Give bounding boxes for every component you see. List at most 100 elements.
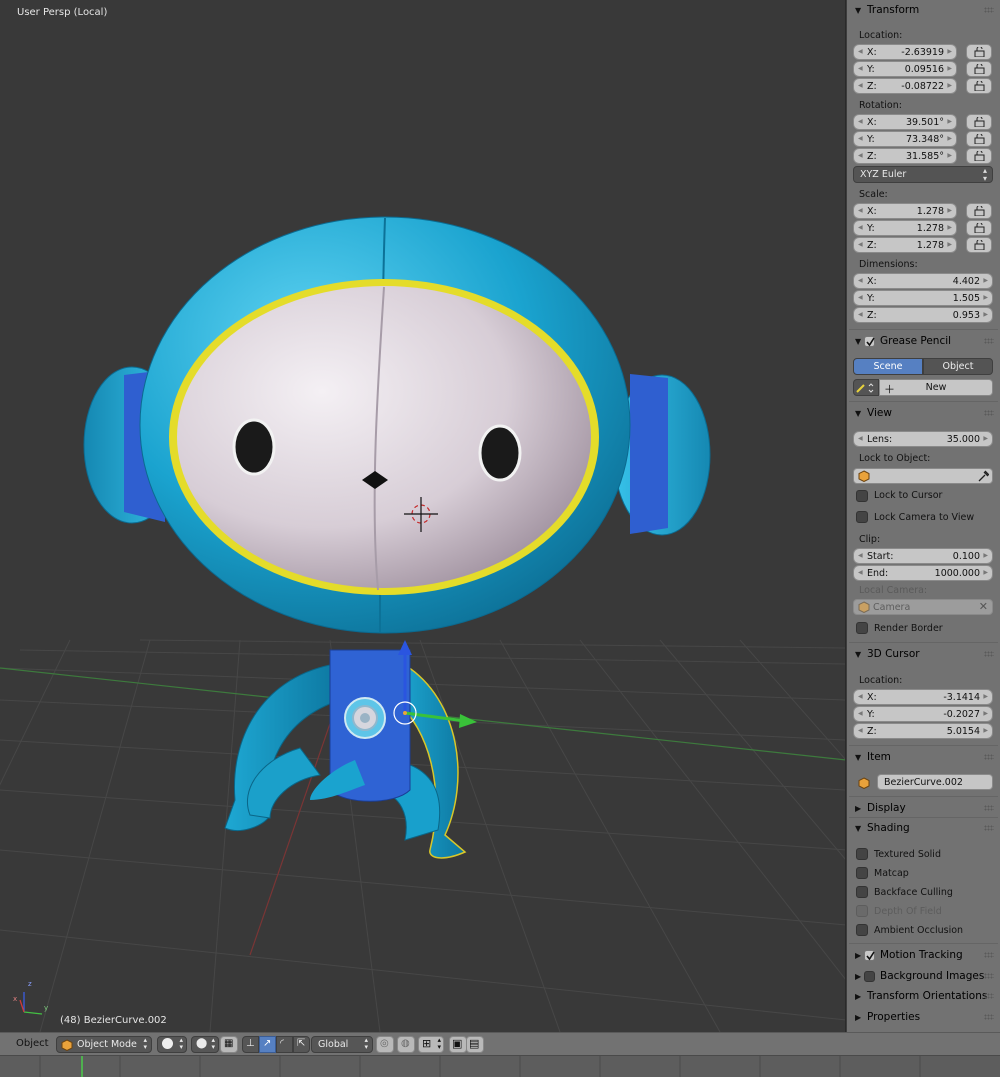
lock-rotation-y-icon[interactable] [966,131,992,147]
tab-object[interactable]: Object [923,358,993,375]
chevron-right-icon: ▶ [855,803,862,813]
render-animation-button[interactable]: ▤ [466,1036,484,1053]
pivot-point-selector[interactable]: ⬤ ▴ ▾ [191,1036,219,1053]
panel-header-shading[interactable]: ▼ Shading [847,818,1000,838]
rotation-z-field[interactable]: ◀ Z: 31.585° ▶ [853,148,957,164]
arc-icon: ◜ [280,1038,284,1049]
3d-viewport[interactable]: User Persp (Local) (48) BezierCurve.002 … [0,0,846,1032]
scale-z-field[interactable]: ◀ Z: 1.278 ▶ [853,237,957,253]
dimensions-y-field[interactable]: ◀ Y: 1.505 ▶ [853,290,993,306]
panel-header-3d-cursor[interactable]: ▼ 3D Cursor [847,644,1000,664]
drag-grip-icon[interactable] [984,754,994,760]
updown-arrows-icon: ▴ ▾ [179,1036,183,1051]
location-y-field[interactable]: ◀ Y: 0.09516 ▶ [853,61,957,77]
motion-tracking-checkbox[interactable] [864,949,875,961]
robot-legs [224,649,467,859]
panel-header-grease-pencil[interactable]: ▼ Grease Pencil [847,331,1000,351]
panel-header-motion-tracking[interactable]: ▶ Motion Tracking [847,945,1000,965]
ambient-occlusion-checkbox[interactable] [856,924,868,936]
lock-rotation-x-icon[interactable] [966,114,992,130]
grease-pencil-brush-selector[interactable] [853,379,879,396]
manipulator-center-button[interactable]: ▦ [220,1036,238,1053]
dimensions-z-field[interactable]: ◀ Z: 0.953 ▶ [853,307,993,323]
snap-element-dropdown[interactable]: ⊞ ▴ ▾ [418,1036,444,1053]
textured-solid-checkbox[interactable] [856,848,868,860]
transform-orientation-dropdown[interactable]: Global ▴ ▾ [311,1036,373,1053]
rotation-y-field[interactable]: ◀ Y: 73.348° ▶ [853,131,957,147]
panel-title: Transform [867,4,920,16]
object-cube-icon [858,777,870,789]
clip-start-field[interactable]: ◀ Start: 0.100 ▶ [853,548,993,564]
panel-header-properties[interactable]: ▶ Properties [847,1007,1000,1027]
location-x-field[interactable]: ◀ X: -2.63919 ▶ [853,44,957,60]
drag-grip-icon[interactable] [984,993,994,999]
lock-rotation-z-icon[interactable] [966,148,992,164]
cursor-x-field[interactable]: ◀ X: -3.1414 ▶ [853,689,993,705]
scale-x-field[interactable]: ◀ X: 1.278 ▶ [853,203,957,219]
clip-end-field[interactable]: ◀ End: 1000.000 ▶ [853,565,993,581]
tab-scene[interactable]: Scene [853,358,923,375]
render-preview-button[interactable]: ▣ [449,1036,467,1053]
drag-grip-icon[interactable] [984,651,994,657]
rotate-manipulator-button[interactable]: ◜ [276,1036,293,1053]
drag-grip-icon[interactable] [984,825,994,831]
panel-header-background-images[interactable]: ▶ Background Images [847,966,1000,986]
rotation-label: Rotation: [859,100,902,111]
lens-field[interactable]: ◀ Lens: 35.000 ▶ [853,431,993,447]
proportional-edit-button[interactable]: ◍ [397,1036,415,1053]
render-border-checkbox[interactable] [856,622,868,634]
viewport-shading-selector[interactable]: ▴ ▾ [157,1036,187,1053]
cursor-z-field[interactable]: ◀ Z: 5.0154 ▶ [853,723,993,739]
drag-grip-icon[interactable] [984,1014,994,1020]
scale-y-field[interactable]: ◀ Y: 1.278 ▶ [853,220,957,236]
drag-grip-icon[interactable] [984,952,994,958]
circle-icon: ◎ [380,1038,389,1049]
lock-location-z-icon[interactable] [966,78,992,94]
panel-header-display[interactable]: ▶ Display [847,798,1000,818]
lock-scale-y-icon[interactable] [966,220,992,236]
background-images-checkbox[interactable] [864,970,875,982]
panel-header-view[interactable]: ▼ View [847,403,1000,423]
chevron-down-icon: ▼ [855,408,862,418]
translate-manipulator-button[interactable]: ↗ [259,1036,276,1053]
object-menu[interactable]: Object [16,1038,49,1049]
layer-lock-button[interactable]: ◎ [376,1036,394,1053]
film-icon: ▤ [469,1037,480,1050]
eyedropper-icon[interactable] [977,470,989,482]
panel-header-item[interactable]: ▼ Item [847,747,1000,767]
location-z-field[interactable]: ◀ Z: -0.08722 ▶ [853,78,957,94]
lock-scale-z-icon[interactable] [966,237,992,253]
backface-culling-checkbox[interactable] [856,886,868,898]
lock-location-y-icon[interactable] [966,61,992,77]
drag-grip-icon[interactable] [984,338,994,344]
drag-grip-icon[interactable] [984,973,994,979]
lock-camera-to-view-label: Lock Camera to View [874,512,975,523]
scale-manipulator-button[interactable]: ⇱ [293,1036,310,1053]
manipulator-toggle-button[interactable]: ⊥ [242,1036,259,1053]
rotation-mode-dropdown[interactable]: XYZ Euler ▴ ▾ [853,166,993,183]
timeline-strip[interactable] [0,1055,1000,1077]
panel-header-transform-orientations[interactable]: ▶ Transform Orientations [847,986,1000,1006]
grease-pencil-checkbox[interactable] [864,335,875,347]
rotation-x-field[interactable]: ◀ X: 39.501° ▶ [853,114,957,130]
solid-sphere-icon [162,1038,173,1049]
drag-grip-icon[interactable] [984,805,994,811]
lock-location-x-icon[interactable] [966,44,992,60]
matcap-checkbox[interactable] [856,867,868,879]
new-grease-pencil-button[interactable]: ＋ New [879,379,993,396]
lock-to-cursor-checkbox[interactable] [856,490,868,502]
textured-solid-label: Textured Solid [874,849,941,860]
item-name-input[interactable]: BezierCurve.002 [877,774,993,790]
panel-header-transform[interactable]: ▼ Transform [847,0,1000,20]
mode-selector[interactable]: Object Mode ▴ ▾ [56,1036,152,1053]
drag-grip-icon[interactable] [984,7,994,13]
lock-scale-x-icon[interactable] [966,203,992,219]
cursor-location-label: Location: [859,675,903,686]
dimensions-x-field[interactable]: ◀ X: 4.402 ▶ [853,273,993,289]
axis-arrows-icon: ⊥ [246,1038,255,1049]
lock-camera-to-view-checkbox[interactable] [856,511,868,523]
drag-grip-icon[interactable] [984,410,994,416]
chevron-right-icon: ▶ [855,971,862,981]
cursor-y-field[interactable]: ◀ Y: -0.2027 ▶ [853,706,993,722]
lock-to-object-field[interactable] [853,468,993,484]
